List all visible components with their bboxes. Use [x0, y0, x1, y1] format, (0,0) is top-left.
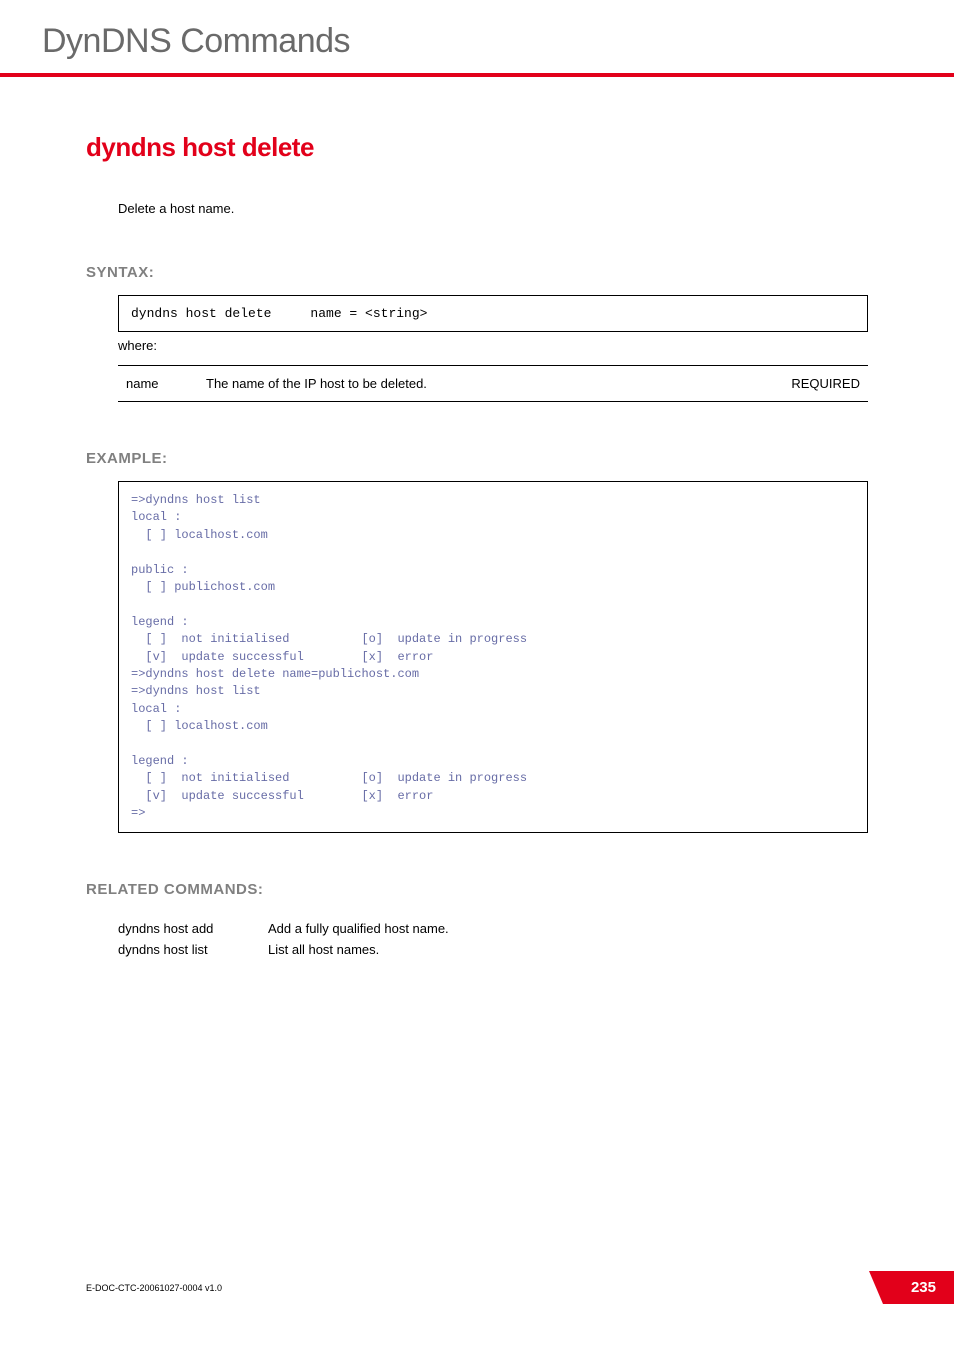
example-box: =>dyndns host list local : [ ] localhost…	[118, 481, 868, 833]
syntax-box: dyndns host delete name = <string>	[118, 295, 868, 332]
content: dyndns host delete Delete a host name. S…	[0, 77, 954, 960]
command-description: Delete a host name.	[118, 201, 868, 216]
related-table: dyndns host add Add a fully qualified ho…	[118, 918, 449, 960]
param-description: The name of the IP host to be deleted.	[198, 366, 768, 402]
where-label: where:	[118, 338, 868, 353]
syntax-code: dyndns host delete name = <string>	[131, 306, 427, 321]
table-row: dyndns host list List all host names.	[118, 939, 449, 960]
related-label: RELATED COMMANDS:	[86, 881, 868, 898]
related-description: List all host names.	[268, 939, 449, 960]
related-command: dyndns host add	[118, 918, 268, 939]
page-header: DynDNS Commands	[0, 0, 954, 73]
param-table: name The name of the IP host to be delet…	[118, 365, 868, 402]
footer: E-DOC-CTC-20061027-0004 v1.0 235	[86, 1271, 954, 1304]
param-required: REQUIRED	[768, 366, 868, 402]
related-description: Add a fully qualified host name.	[268, 918, 449, 939]
document-id: E-DOC-CTC-20061027-0004 v1.0	[86, 1283, 222, 1293]
related-command: dyndns host list	[118, 939, 268, 960]
example-label: EXAMPLE:	[86, 450, 868, 467]
table-row: name The name of the IP host to be delet…	[118, 366, 868, 402]
syntax-label: SYNTAX:	[86, 264, 868, 281]
param-name: name	[118, 366, 198, 402]
page-number: 235	[883, 1271, 954, 1304]
command-title: dyndns host delete	[86, 132, 868, 163]
table-row: dyndns host add Add a fully qualified ho…	[118, 918, 449, 939]
header-title: DynDNS Commands	[42, 22, 912, 61]
